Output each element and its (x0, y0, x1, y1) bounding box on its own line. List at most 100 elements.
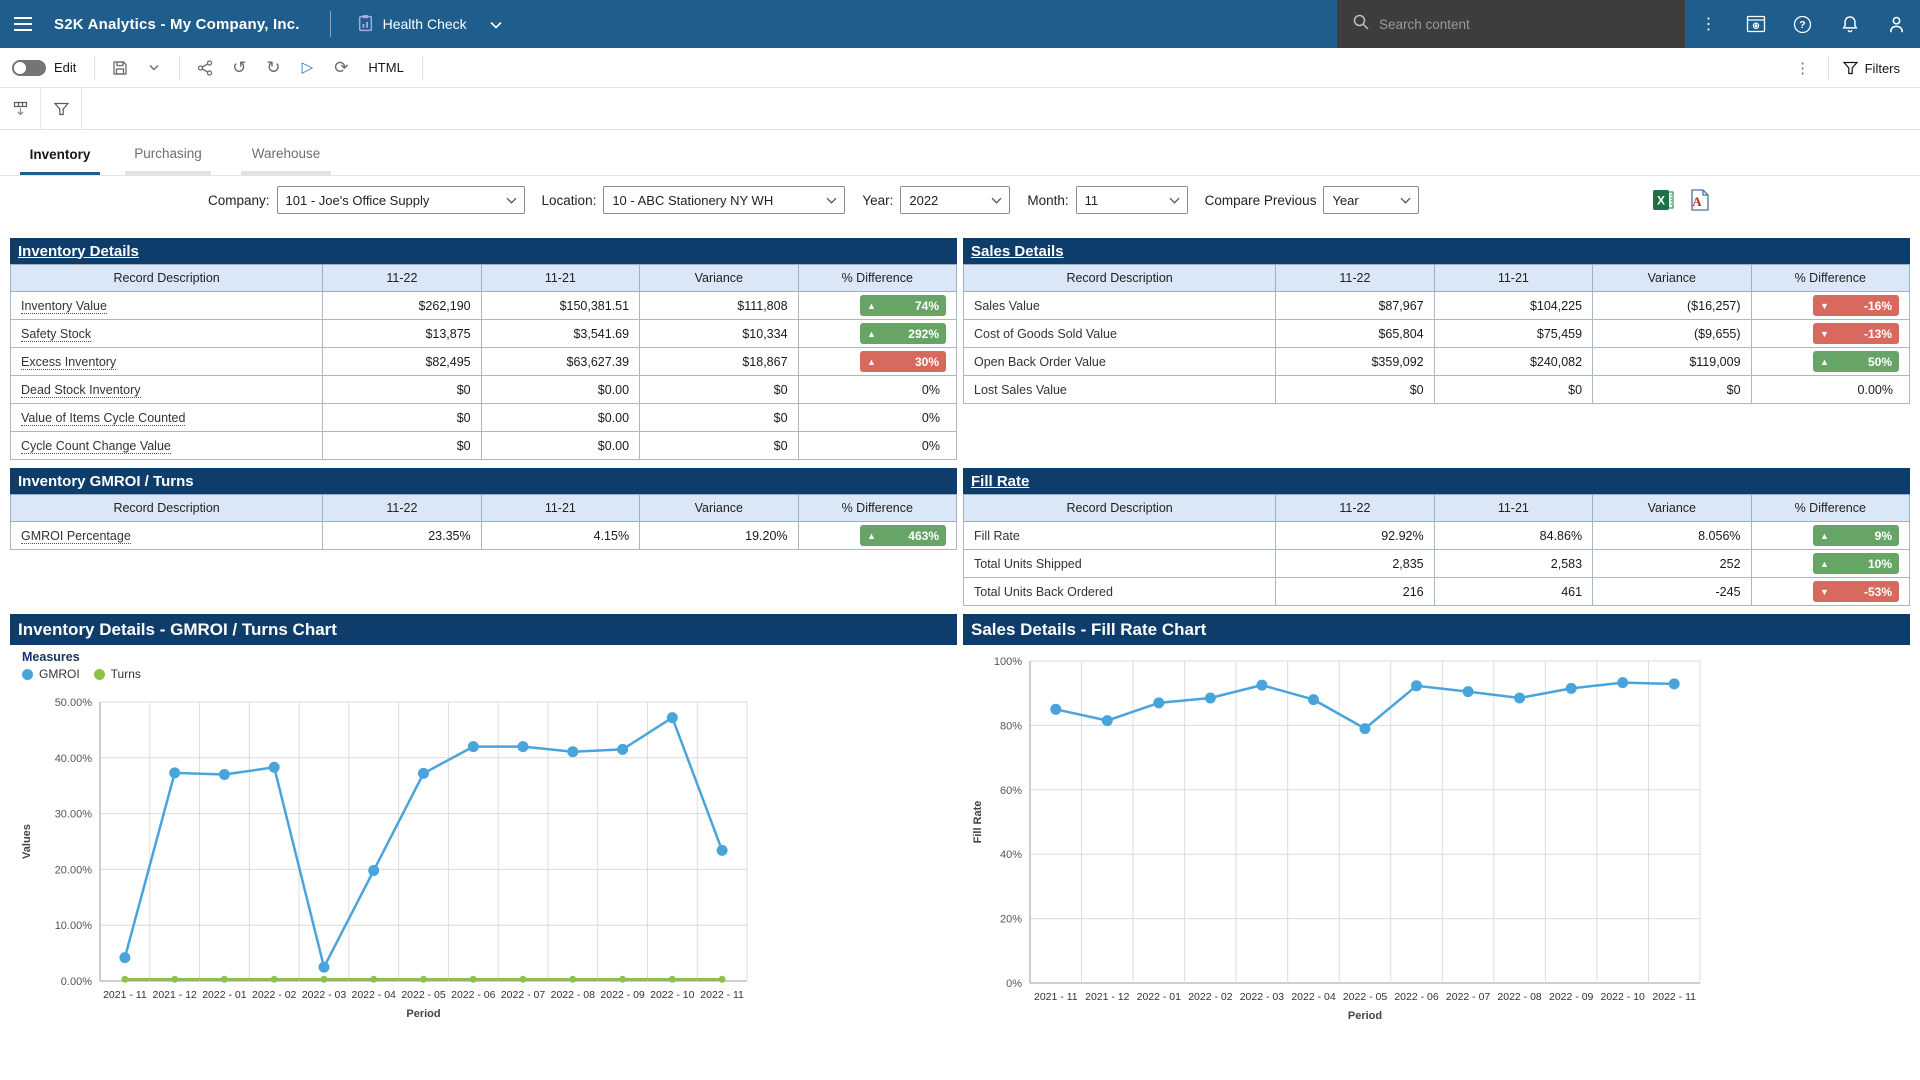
diff-badge: ▲10% (1813, 553, 1899, 574)
user-account-icon[interactable] (1873, 0, 1920, 48)
html-view-button[interactable]: HTML (358, 53, 413, 83)
notifications-bell-icon[interactable] (1826, 0, 1873, 48)
more-options-icon[interactable]: ⋮ (1685, 0, 1732, 48)
app-title: S2K Analytics - My Company, Inc. (54, 16, 300, 33)
arrow-up-icon: ▲ (867, 301, 876, 311)
cell-value: $0.00 (481, 376, 639, 404)
svg-text:2021 - 12: 2021 - 12 (153, 989, 198, 1001)
tab-warehouse[interactable]: Warehouse (241, 136, 331, 175)
search-input[interactable] (1379, 17, 1629, 32)
table-row: GMROI Percentage23.35%4.15%19.20%▲463% (11, 522, 957, 550)
year-select[interactable]: 2022 (900, 186, 1010, 214)
cell-value: $65,804 (1276, 320, 1434, 348)
cell-value: $119,009 (1593, 348, 1751, 376)
diff-cell: 0.00% (1751, 376, 1909, 404)
app-bar: S2K Analytics - My Company, Inc. Health … (0, 0, 1920, 48)
filters-button[interactable]: Filters (1837, 61, 1906, 76)
toolbar-more-icon[interactable]: ⋮ (1786, 53, 1820, 83)
cell-value: ($9,655) (1593, 320, 1751, 348)
diff-value: 0.00% (1762, 383, 1899, 397)
diff-value: 0% (809, 383, 946, 397)
insights-icon[interactable] (1732, 0, 1779, 48)
record-link[interactable]: Excess Inventory (21, 355, 116, 370)
menu-icon[interactable] (0, 0, 46, 48)
record-link[interactable]: GMROI Percentage (21, 529, 131, 544)
diff-cell: 0% (798, 404, 956, 432)
record-label: Total Units Back Ordered (974, 585, 1113, 599)
cell-value: $0 (323, 376, 481, 404)
gmroi-turns-title: Inventory GMROI / Turns (10, 468, 957, 494)
svg-text:2022 - 07: 2022 - 07 (1446, 991, 1491, 1003)
filter-bar: Company: 101 - Joe's Office Supply Locat… (0, 176, 1920, 224)
legend-label: Turns (111, 667, 141, 681)
diff-cell: ▼-13% (1751, 320, 1909, 348)
svg-text:Period: Period (1348, 1010, 1382, 1022)
svg-text:2022 - 08: 2022 - 08 (551, 989, 596, 1001)
table-row: Cycle Count Change Value$0$0.00$00% (11, 432, 957, 460)
month-select[interactable]: 11 (1076, 186, 1188, 214)
export-pdf-icon[interactable]: A (1687, 188, 1711, 212)
share-button[interactable] (188, 53, 222, 83)
undo-button[interactable]: ↺ (222, 53, 256, 83)
cell-value: 23.35% (323, 522, 481, 550)
diff-cell: 0% (798, 432, 956, 460)
record-link[interactable]: Cycle Count Change Value (21, 439, 171, 454)
record-link[interactable]: Dead Stock Inventory (21, 383, 141, 398)
arrow-down-icon: ▼ (1820, 329, 1829, 339)
legend-item[interactable]: Turns (94, 667, 141, 681)
diff-cell: ▲50% (1751, 348, 1909, 376)
diff-badge: ▲463% (860, 525, 946, 546)
sales-details-title: Sales Details (963, 238, 1910, 264)
column-header: 11-22 (1276, 265, 1434, 292)
redo-button[interactable]: ↻ (256, 53, 290, 83)
cell-value: $10,334 (640, 320, 798, 348)
record-link[interactable]: Safety Stock (21, 327, 91, 342)
record-label: Lost Sales Value (974, 383, 1067, 397)
fill-rate-line-chart: 0%20%40%60%80%100%2021 - 112021 - 122022… (963, 645, 1910, 1037)
cell-value: -245 (1593, 578, 1751, 606)
svg-text:2022 - 01: 2022 - 01 (1137, 991, 1182, 1003)
diff-cell: ▼-16% (1751, 292, 1909, 320)
panel-inventory-details: Inventory Details Record Description11-2… (10, 238, 957, 460)
svg-text:?: ? (1799, 19, 1805, 31)
record-label: Sales Value (974, 299, 1040, 313)
export-excel-icon[interactable]: X (1652, 188, 1676, 212)
record-link[interactable]: Inventory Value (21, 299, 107, 314)
refresh-button[interactable]: ⟳ (324, 53, 358, 83)
table-row: Total Units Shipped2,8352,583252▲10% (964, 550, 1910, 578)
diff-cell: ▲9% (1751, 522, 1909, 550)
inventory-details-title: Inventory Details (10, 238, 957, 264)
search-bar[interactable] (1337, 0, 1685, 48)
column-header: % Difference (798, 265, 956, 292)
diff-cell: ▲74% (798, 292, 956, 320)
compare-previous-select[interactable]: Year (1323, 186, 1419, 214)
cell-value: $150,381.51 (481, 292, 639, 320)
save-button[interactable] (103, 53, 137, 83)
edit-toggle[interactable] (12, 60, 46, 76)
company-select[interactable]: 101 - Joe's Office Supply (277, 186, 525, 214)
save-options-chevron-icon[interactable] (137, 53, 171, 83)
svg-text:50.00%: 50.00% (55, 697, 93, 709)
module-switcher[interactable]: Health Check (357, 14, 502, 35)
tab-purchasing[interactable]: Purchasing (125, 136, 211, 175)
cell-value: $0.00 (481, 404, 639, 432)
cell-value: $240,082 (1434, 348, 1592, 376)
table-export-icon[interactable] (0, 88, 41, 130)
run-button[interactable]: ▷ (290, 53, 324, 83)
filter-funnel-icon[interactable] (41, 88, 82, 130)
record-link[interactable]: Value of Items Cycle Counted (21, 411, 185, 426)
month-label: Month: (1027, 193, 1068, 208)
cell-value: 4.15% (481, 522, 639, 550)
cell-value: $0 (640, 404, 798, 432)
svg-text:Fill Rate: Fill Rate (972, 801, 984, 844)
legend-item[interactable]: GMROI (22, 667, 80, 681)
diff-cell: ▲30% (798, 348, 956, 376)
cell-value: $0.00 (481, 432, 639, 460)
cell-value: ($16,257) (1593, 292, 1751, 320)
cell-value: $104,225 (1434, 292, 1592, 320)
diff-badge: ▲50% (1813, 351, 1899, 372)
tab-inventory[interactable]: Inventory (20, 136, 100, 175)
help-icon[interactable]: ? (1779, 0, 1826, 48)
location-select[interactable]: 10 - ABC Stationery NY WH (603, 186, 845, 214)
topbar-actions: ⋮ ? (1685, 0, 1920, 48)
